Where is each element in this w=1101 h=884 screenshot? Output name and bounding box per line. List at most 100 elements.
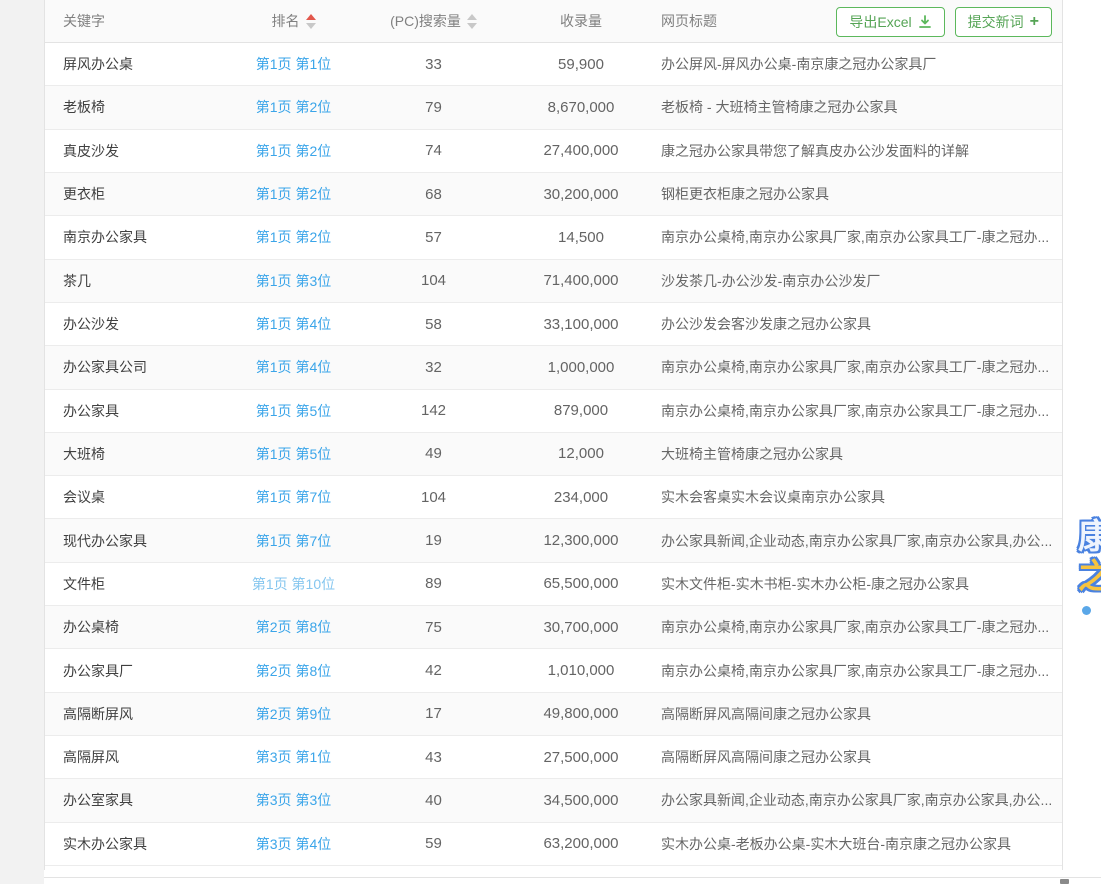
index-count-cell: 59,900 [511,56,651,73]
sort-desc-icon[interactable] [306,23,316,29]
page-title-cell: 南京办公桌椅,南京办公家具厂家,南京办公家具工厂-康之冠办... [651,227,1062,247]
submit-new-words-button[interactable]: 提交新词 + [955,7,1052,37]
keyword-cell: 办公家具厂 [45,661,231,681]
rank-cell: 第1页 第2位 [231,227,356,247]
search-volume-cell: 42 [356,662,511,679]
rank-link[interactable]: 第1页 第4位 [256,359,331,375]
index-count-cell: 234,000 [511,489,651,506]
keyword-cell: 屏风办公桌 [45,54,231,74]
rank-cell: 第2页 第8位 [231,617,356,637]
table-row: 更衣柜 第1页 第2位 68 30,200,000 钢柜更衣柜康之冠办公家具 [45,173,1062,216]
submit-new-words-label: 提交新词 [968,15,1024,29]
keyword-cell: 高隔断屏风 [45,704,231,724]
search-volume-cell: 74 [356,142,511,159]
header-rank-label: 排名 [272,11,300,31]
rank-link[interactable]: 第1页 第2位 [256,229,331,245]
rank-link[interactable]: 第1页 第7位 [256,489,331,505]
search-volume-cell: 104 [356,272,511,289]
keyword-rank-table: 关键字 排名 (PC)搜索量 收录量 网页标题 屏风办公桌 第1页 第1位 33… [44,0,1063,870]
search-volume-cell: 75 [356,619,511,636]
left-gutter [0,0,44,884]
index-count-cell: 34,500,000 [511,792,651,809]
page-title-cell: 康之冠办公家具带您了解真皮办公沙发面料的详解 [651,141,1062,161]
rank-link[interactable]: 第1页 第10位 [252,576,335,592]
index-count-cell: 65,500,000 [511,575,651,592]
rank-cell: 第1页 第4位 [231,314,356,334]
keyword-cell: 现代办公家具 [45,531,231,551]
rank-link[interactable]: 第3页 第3位 [256,792,331,808]
sort-desc-icon[interactable] [467,23,477,29]
keyword-cell: 老板椅 [45,97,231,117]
rank-link[interactable]: 第1页 第2位 [256,143,331,159]
index-count-cell: 71,400,000 [511,272,651,289]
index-count-cell: 30,700,000 [511,619,651,636]
search-volume-cell: 17 [356,705,511,722]
rank-link[interactable]: 第1页 第2位 [256,186,331,202]
index-count-cell: 27,400,000 [511,142,651,159]
rank-link[interactable]: 第2页 第8位 [256,663,331,679]
header-search-volume-label: (PC)搜索量 [390,11,461,31]
rank-link[interactable]: 第2页 第8位 [256,619,331,635]
table-row: 办公室家具 第3页 第3位 40 34,500,000 办公家具新闻,企业动态,… [45,779,1062,822]
rank-link[interactable]: 第3页 第1位 [256,749,331,765]
sort-asc-icon[interactable] [467,14,477,20]
page-title-cell: 高隔断屏风高隔间康之冠办公家具 [651,747,1062,767]
export-excel-label: 导出Excel [849,15,911,29]
page-title-cell: 南京办公桌椅,南京办公家具厂家,南京办公家具工厂-康之冠办... [651,401,1062,421]
table-row: 大班椅 第1页 第5位 49 12,000 大班椅主管椅康之冠办公家具 [45,433,1062,476]
rank-link[interactable]: 第3页 第4位 [256,836,331,852]
rank-link[interactable]: 第1页 第2位 [256,99,331,115]
keyword-cell: 文件柜 [45,574,231,594]
index-count-cell: 30,200,000 [511,186,651,203]
keyword-cell: 办公桌椅 [45,617,231,637]
search-volume-cell: 32 [356,359,511,376]
rank-link[interactable]: 第1页 第7位 [256,533,331,549]
header-rank: 排名 [231,11,356,31]
page-title-cell: 南京办公桌椅,南京办公家具厂家,南京办公家具工厂-康之冠办... [651,617,1062,637]
rank-cell: 第3页 第3位 [231,790,356,810]
rank-cell: 第3页 第4位 [231,834,356,854]
index-count-cell: 27,500,000 [511,749,651,766]
rank-link[interactable]: 第1页 第5位 [256,446,331,462]
rank-cell: 第1页 第2位 [231,97,356,117]
rank-cell: 第2页 第9位 [231,704,356,724]
rank-cell: 第2页 第8位 [231,661,356,681]
sort-asc-icon[interactable] [306,14,316,20]
search-volume-cell: 19 [356,532,511,549]
keyword-cell: 办公室家具 [45,790,231,810]
rank-link[interactable]: 第1页 第1位 [256,56,331,72]
header-index-count: 收录量 [511,11,651,31]
header-keyword: 关键字 [45,11,231,31]
scroll-indicator[interactable] [1060,879,1069,884]
page-title-cell: 办公家具新闻,企业动态,南京办公家具厂家,南京办公家具,办公... [651,790,1062,810]
mascot-bottom-char: 之 [1078,560,1101,594]
table-row: 文件柜 第1页 第10位 89 65,500,000 实木文件柜-实木书柜-实木… [45,563,1062,606]
mascot-float-widget[interactable]: 康 之 [1074,514,1101,634]
page-title-cell: 钢柜更衣柜康之冠办公家具 [651,184,1062,204]
mascot-top-char: 康 [1078,520,1101,554]
keyword-cell: 实木办公家具 [45,834,231,854]
rank-cell: 第1页 第7位 [231,531,356,551]
page-title-cell: 实木文件柜-实木书柜-实木办公柜-康之冠办公家具 [651,574,1062,594]
export-excel-button[interactable]: 导出Excel [836,7,944,37]
rank-cell: 第1页 第1位 [231,54,356,74]
rank-link[interactable]: 第1页 第5位 [256,403,331,419]
table-row: 办公桌椅 第2页 第8位 75 30,700,000 南京办公桌椅,南京办公家具… [45,606,1062,649]
header-search-volume: (PC)搜索量 [356,11,511,31]
rank-link[interactable]: 第1页 第3位 [256,273,331,289]
table-row: 办公家具 第1页 第5位 142 879,000 南京办公桌椅,南京办公家具厂家… [45,390,1062,433]
search-volume-cell: 59 [356,835,511,852]
rank-cell: 第1页 第5位 [231,401,356,421]
rank-cell: 第1页 第2位 [231,141,356,161]
page-title-cell: 老板椅 - 大班椅主管椅康之冠办公家具 [651,97,1062,117]
page-title-cell: 高隔断屏风高隔间康之冠办公家具 [651,704,1062,724]
rank-link[interactable]: 第1页 第4位 [256,316,331,332]
table-row: 会议桌 第1页 第7位 104 234,000 实木会客桌实木会议桌南京办公家具 [45,476,1062,519]
page-title-cell: 沙发茶几-办公沙发-南京办公沙发厂 [651,271,1062,291]
index-count-cell: 14,500 [511,229,651,246]
rank-sort-control[interactable] [306,14,316,29]
index-count-cell: 12,300,000 [511,532,651,549]
index-count-cell: 12,000 [511,445,651,462]
volume-sort-control[interactable] [467,14,477,29]
rank-link[interactable]: 第2页 第9位 [256,706,331,722]
